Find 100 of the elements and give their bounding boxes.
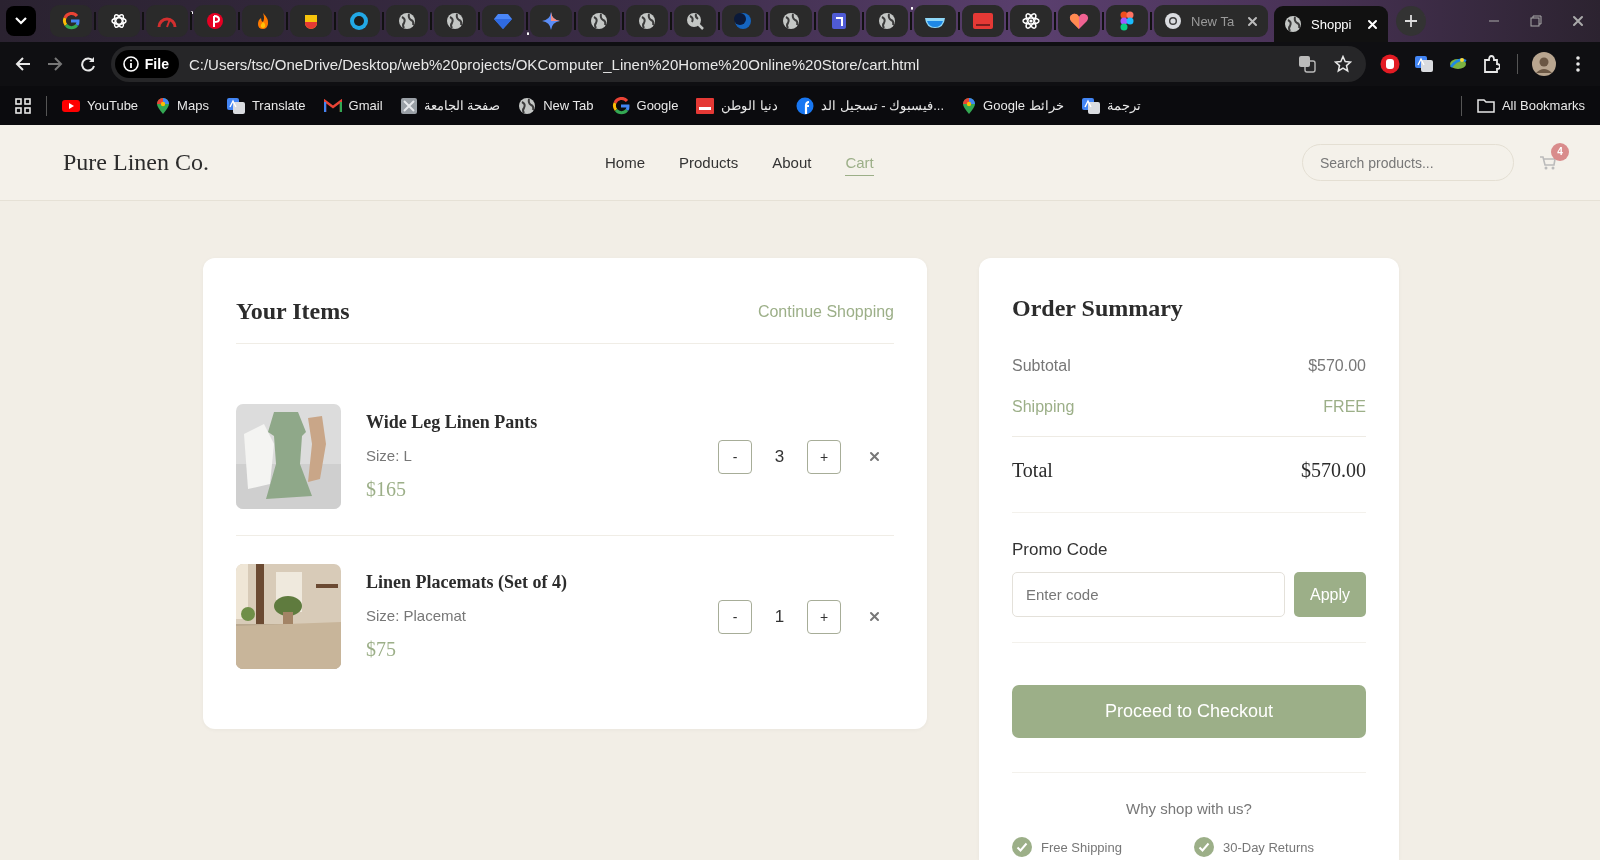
ring-icon xyxy=(611,96,630,115)
product-price: $75 xyxy=(366,638,397,661)
pinned-tab[interactable] xyxy=(98,5,140,37)
site-info-chip[interactable]: File xyxy=(114,50,179,78)
site-logo[interactable]: Pure Linen Co. xyxy=(63,149,605,176)
feature-label: Free Shipping xyxy=(1041,839,1122,855)
circle-icon xyxy=(206,12,224,30)
summary-label: Subtotal xyxy=(1012,357,1071,375)
total-value: $570.00 xyxy=(1301,459,1366,482)
pinned-tab[interactable] xyxy=(626,5,668,37)
bookmark[interactable]: Google xyxy=(604,92,686,119)
circle-icon xyxy=(796,96,815,115)
chevron-icon xyxy=(15,17,27,25)
star-icon xyxy=(1333,55,1352,73)
translate-icon xyxy=(1414,56,1433,72)
globe-icon xyxy=(518,96,537,115)
search-field[interactable]: Search products... xyxy=(1302,144,1514,181)
browser-tab[interactable]: Shoppi xyxy=(1274,6,1388,42)
bookmark[interactable]: دنيا الوطن xyxy=(689,93,786,118)
pinned-tab[interactable] xyxy=(290,5,332,37)
globe-icon xyxy=(878,12,896,30)
ring-icon xyxy=(62,12,80,30)
pinned-tab[interactable] xyxy=(674,5,716,37)
bookmark[interactable]: Maps xyxy=(149,92,216,119)
globe-icon xyxy=(398,12,416,30)
bookmark[interactable]: New Tab xyxy=(511,92,601,119)
new-tab-button[interactable] xyxy=(1396,6,1426,36)
decrease-button[interactable]: - xyxy=(718,599,752,634)
pinned-tab[interactable] xyxy=(194,5,236,37)
section-title: Order Summary xyxy=(1012,295,1184,322)
section-title: Your Items xyxy=(236,298,350,325)
bookmark[interactable]: صفحة الجامعة xyxy=(393,93,508,118)
quantity-value: 1 xyxy=(773,606,786,627)
pinned-tab[interactable] xyxy=(818,5,860,37)
nav-link[interactable]: Products xyxy=(679,149,739,176)
ring-icon xyxy=(349,11,369,31)
decrease-button[interactable]: - xyxy=(718,439,752,474)
globe-icon xyxy=(590,12,608,30)
globe-icon xyxy=(446,12,464,30)
product-size: Size: L xyxy=(366,447,413,464)
product-name: Linen Placemats (Set of 4) xyxy=(366,572,568,593)
bookmark[interactable]: YouTube xyxy=(55,94,146,117)
pinned-tab[interactable] xyxy=(578,5,620,37)
close-icon xyxy=(1572,15,1584,27)
translate-icon xyxy=(1297,55,1316,73)
restore-icon xyxy=(1530,15,1542,27)
product-name: Wide Leg Linen Pants xyxy=(366,412,539,433)
pinned-tab[interactable] xyxy=(386,5,428,37)
pinned-tab[interactable] xyxy=(914,5,956,37)
bookmark[interactable]: فيسبوك - تسجيل الد... xyxy=(789,92,952,119)
reload-icon xyxy=(79,56,96,72)
globe-icon xyxy=(686,12,704,30)
tab-search-button[interactable] xyxy=(6,6,36,36)
total-label: Total xyxy=(1012,459,1053,482)
pinned-tab[interactable] xyxy=(1106,5,1148,37)
pinned-tab[interactable] xyxy=(1010,5,1052,37)
quantity-value: 3 xyxy=(773,446,786,467)
pinned-tab[interactable] xyxy=(242,5,284,37)
translate-button[interactable] xyxy=(1297,55,1316,73)
translate-icon xyxy=(226,97,245,114)
plus-icon xyxy=(1404,14,1418,28)
bookmark[interactable]: Gmail xyxy=(316,94,390,117)
pinned-tab[interactable] xyxy=(338,5,380,37)
envelope-icon xyxy=(323,98,342,113)
increase-button[interactable]: + xyxy=(807,439,841,474)
why-heading: Why shop with us? xyxy=(1125,800,1253,817)
square-icon xyxy=(972,12,994,30)
nav-link[interactable]: Home xyxy=(605,149,645,176)
flame-icon xyxy=(255,12,271,30)
pinned-tab[interactable] xyxy=(434,5,476,37)
ring-icon xyxy=(1164,12,1182,30)
globe-icon xyxy=(638,12,656,30)
promo-code-field[interactable]: Enter code xyxy=(1012,572,1285,617)
browser-tab[interactable]: New Ta xyxy=(1154,5,1268,37)
product-size: Size: Placemat xyxy=(366,607,468,624)
page-icon xyxy=(830,12,848,30)
pinned-tab[interactable] xyxy=(1058,5,1100,37)
summary-label: Shipping xyxy=(1012,398,1075,416)
bookmark-star-button[interactable] xyxy=(1333,55,1352,73)
globe-icon xyxy=(782,12,800,30)
globe-icon xyxy=(1284,15,1302,33)
shield-icon xyxy=(303,12,319,30)
address-bar[interactable]: File C:/Users/tsc/OneDrive/Desktop/web%20projects/OKComputer_Linen%20Home%20Online%20Store/cart.html xyxy=(110,46,1366,82)
info-icon xyxy=(122,56,139,72)
bookmark[interactable]: Translate xyxy=(219,93,313,118)
pinned-tab[interactable] xyxy=(770,5,812,37)
pin-icon xyxy=(156,96,171,115)
play-icon xyxy=(62,98,80,113)
promo-label: Promo Code xyxy=(1012,540,1109,560)
tab-title: Shoppi xyxy=(1311,16,1353,32)
feature-label: 30-Day Returns xyxy=(1222,839,1314,855)
bookmark[interactable]: ترجمة xyxy=(1074,93,1148,118)
all-bookmarks-button[interactable]: All Bookmarks xyxy=(1469,94,1592,117)
increase-button[interactable]: + xyxy=(807,599,841,634)
avatar-icon xyxy=(1532,52,1557,76)
pinned-tab[interactable] xyxy=(866,5,908,37)
check-icon xyxy=(1012,837,1032,857)
folder-icon xyxy=(1476,98,1495,113)
bookmark[interactable]: Google خرائط xyxy=(955,92,1071,119)
nav-link[interactable]: About xyxy=(772,149,812,176)
